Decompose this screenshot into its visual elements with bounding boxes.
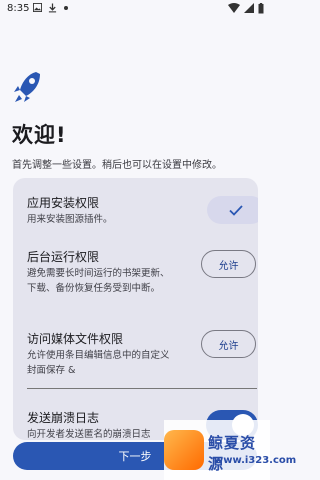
media-permission-allow-button[interactable]: 允许	[201, 330, 256, 358]
permissions-card: 应用安装权限 用来安装图源插件。 后台运行权限 避免需要长时间运行的书架更新、下…	[13, 178, 258, 440]
crash-log-desc: 向开发者发送匿名的崩溃日志	[27, 429, 151, 440]
welcome-subtitle: 首先调整一些设置。稍后也可以在设置中修改。	[12, 160, 222, 171]
media-permission-desc: 允许使用条目编辑信息中的自定义封面保存 &	[27, 350, 170, 376]
watermark-url: www.i323.com	[214, 455, 297, 466]
media-permission-title: 访问媒体文件权限	[27, 332, 124, 346]
background-permission-desc: 避免需要长时间运行的书架更新、下载、备份恢复任务受到中断。	[27, 268, 170, 294]
status-notification-icons	[33, 3, 69, 13]
crash-log-title: 发送崩溃日志	[27, 411, 100, 425]
watermark: 鲸夏资源 www.i323.com	[164, 420, 296, 480]
install-permission-granted-button[interactable]	[207, 196, 258, 224]
install-permission-title: 应用安装权限	[27, 196, 100, 210]
background-permission-title: 后台运行权限	[27, 250, 100, 264]
download-icon	[48, 3, 57, 13]
divider	[27, 388, 257, 389]
welcome-title: 欢迎!	[12, 123, 67, 147]
next-button-label: 下一步	[118, 450, 152, 463]
background-permission-allow-button[interactable]: 允许	[201, 250, 256, 278]
rocket-icon	[14, 72, 40, 102]
signal-icon	[244, 3, 254, 13]
status-time: 8:35	[7, 3, 30, 14]
watermark-title: 鲸夏资源	[208, 434, 257, 473]
gallery-icon	[33, 3, 42, 12]
install-permission-desc: 用来安装图源插件。	[27, 214, 113, 225]
status-bar: 8:35	[0, 0, 270, 20]
check-icon	[229, 204, 243, 216]
wifi-icon	[228, 3, 240, 13]
battery-icon	[258, 3, 264, 14]
dot-icon	[64, 6, 68, 10]
whale-logo-icon	[164, 430, 204, 470]
